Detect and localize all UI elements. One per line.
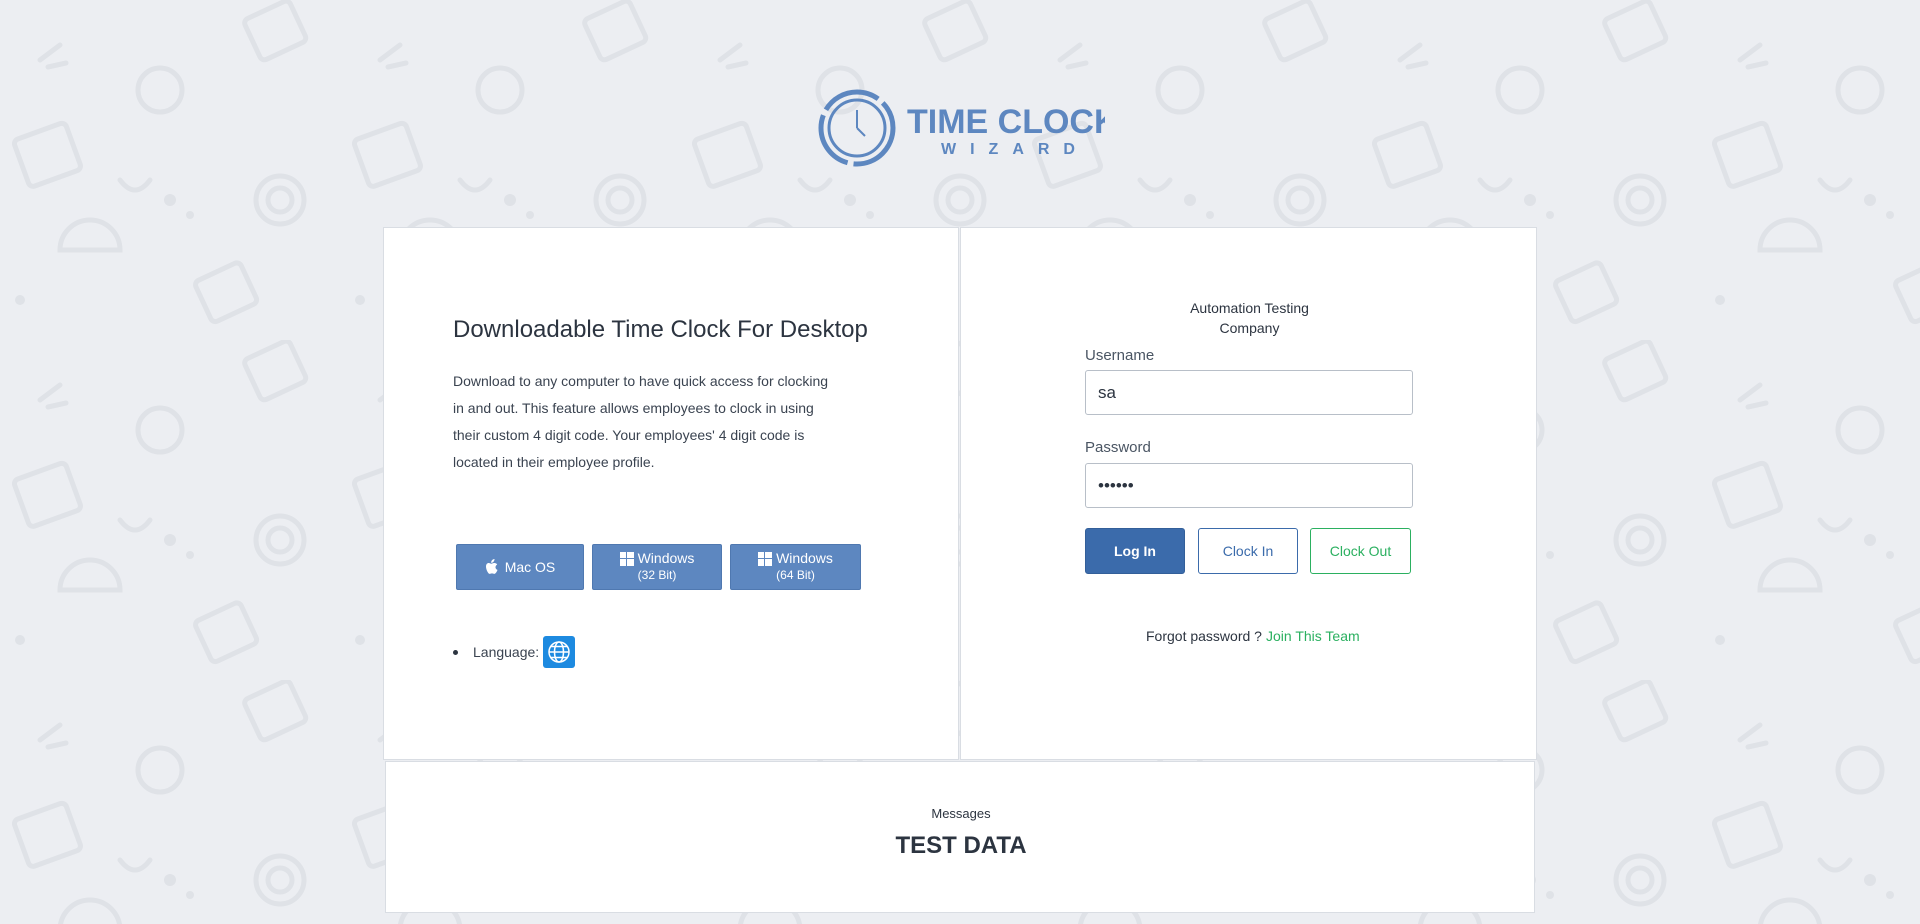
windows-64-label: Windows — [776, 550, 833, 566]
windows-icon — [619, 551, 634, 566]
messages-label: Messages — [931, 806, 991, 821]
download-panel: Downloadable Time Clock For Desktop Down… — [383, 227, 959, 760]
mac-os-download-button[interactable]: Mac OS — [456, 544, 584, 590]
language-label: Language: — [473, 644, 540, 660]
apple-icon — [485, 559, 498, 574]
time-clock-wizard-logo: TIME CLOCK WIZARD — [815, 88, 1119, 168]
forgot-password-link[interactable]: Forgot password ? — [1146, 628, 1262, 644]
windows-32bit-download-button[interactable]: Windows (32 Bit) — [592, 544, 722, 590]
login-panel: Automation Testing Company Username Pass… — [960, 227, 1537, 760]
username-label: Username — [1085, 347, 1155, 364]
password-input[interactable] — [1085, 463, 1413, 508]
logo-subtitle: WIZARD — [941, 141, 1089, 158]
company-name-line1: Automation Testing — [1190, 300, 1309, 316]
password-label: Password — [1085, 439, 1151, 456]
globe-icon — [548, 641, 570, 663]
windows-64-sublabel: (64 Bit) — [776, 568, 815, 582]
username-input[interactable] — [1085, 370, 1413, 415]
join-team-link[interactable]: Join This Team — [1266, 628, 1360, 644]
windows-icon — [758, 551, 773, 566]
company-name-line2: Company — [1219, 320, 1280, 336]
list-bullet — [453, 649, 458, 655]
messages-panel: Messages TEST DATA — [385, 761, 1535, 913]
logo-wordmark: TIME CLOCK — [907, 103, 1105, 141]
messages-body: TEST DATA — [895, 832, 1027, 859]
download-description: Download to any computer to have quick a… — [453, 373, 829, 470]
mac-os-label: Mac OS — [504, 558, 556, 575]
windows-64bit-download-button[interactable]: Windows (64 Bit) — [730, 544, 861, 590]
language-selector-button[interactable] — [543, 636, 576, 668]
windows-32-sublabel: (32 Bit) — [637, 568, 677, 582]
clock-in-button[interactable]: Clock In — [1198, 528, 1298, 574]
clock-out-button[interactable]: Clock Out — [1310, 528, 1411, 574]
language-row: Language: — [453, 636, 576, 668]
clock-logo-icon — [818, 89, 896, 167]
company-name: Automation Testing Company — [961, 298, 1538, 338]
log-in-button[interactable]: Log In — [1085, 528, 1185, 574]
download-title: Downloadable Time Clock For Desktop — [453, 316, 868, 343]
windows-32-label: Windows — [637, 550, 695, 566]
